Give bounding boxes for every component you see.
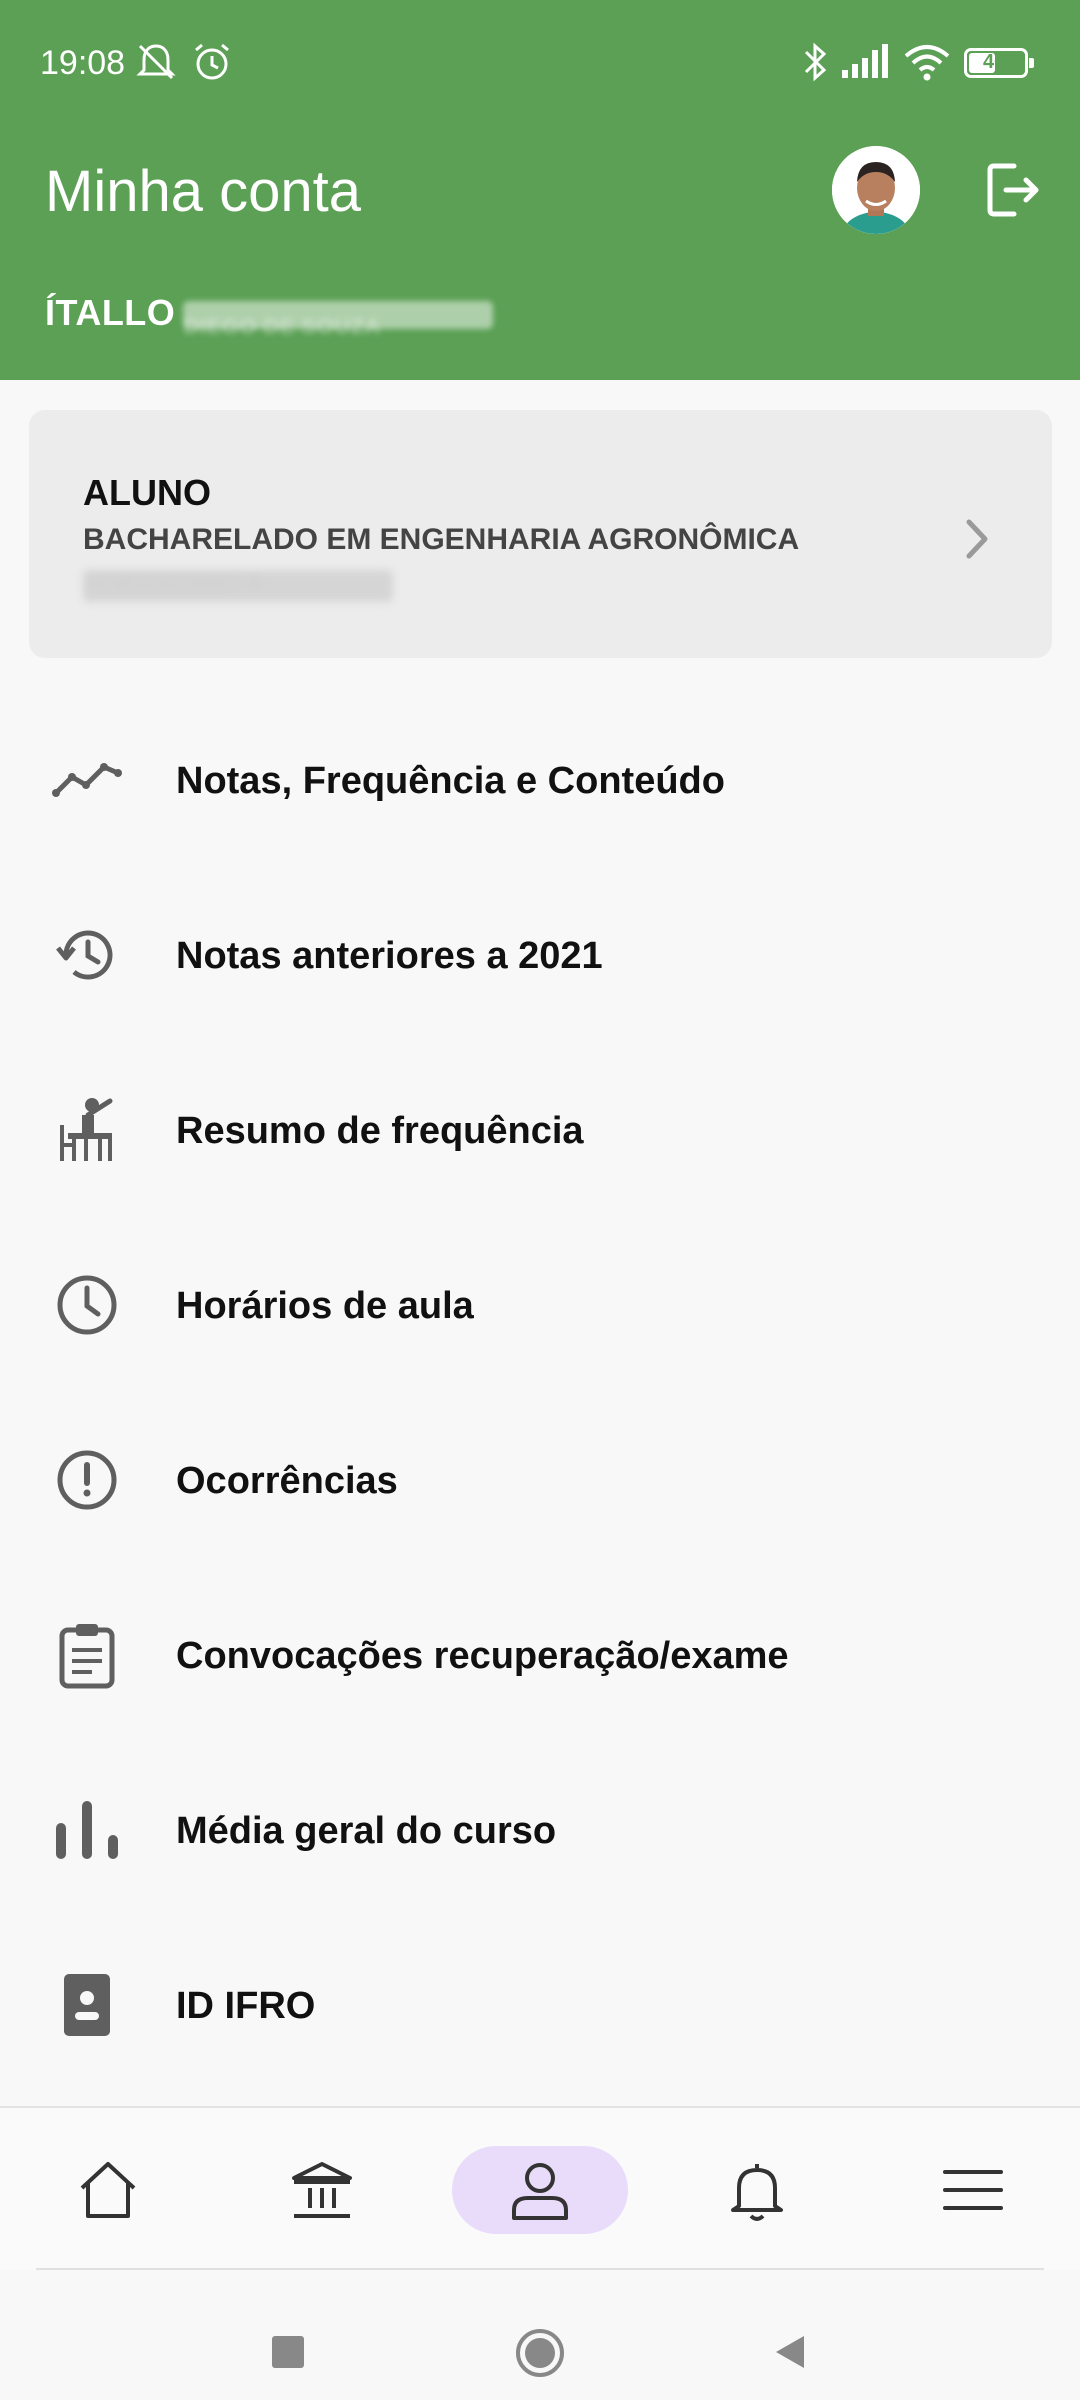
institution-icon [292, 2162, 352, 2218]
status-bar: 19:08 46 [0, 0, 1080, 110]
app-header: 19:08 46 Minha conta ÍTALLO DIEGO DE SOU… [0, 0, 1080, 380]
user-name: ÍTALLO DIEGO DE SOUZA [45, 292, 494, 339]
registration-number-redacted: 2018101019007-6 [83, 570, 393, 602]
alert-circle-icon [57, 1450, 117, 1510]
page-title: Minha conta [45, 159, 361, 224]
nav-home[interactable] [6, 2108, 206, 2270]
wifi-icon [904, 45, 950, 81]
user-name-redacted: DIEGO DE SOUZA [183, 301, 494, 339]
menu-item-label: Resumo de frequência [176, 1110, 584, 1152]
home-circle-icon[interactable] [514, 2327, 566, 2379]
menu-item-notas-anteriores[interactable]: Notas anteriores a 2021 [0, 865, 1080, 1040]
menu-item-horarios[interactable]: Horários de aula [0, 1215, 1080, 1390]
status-time: 19:08 [40, 44, 126, 82]
menu-item-media-geral[interactable]: Média geral do curso [0, 1740, 1080, 1915]
chevron-right-icon [966, 519, 988, 559]
user-first-name: ÍTALLO [45, 292, 176, 333]
notifications-off-icon [136, 44, 176, 80]
battery-level: 46 [983, 51, 1006, 73]
student-role: ALUNO [83, 472, 211, 513]
history-icon [56, 930, 113, 980]
person-icon [512, 2163, 568, 2220]
menu-item-label: ID IFRO [176, 1985, 316, 2027]
id-badge-icon [64, 1974, 110, 2036]
menu-item-resumo-frequencia[interactable]: Resumo de frequência [0, 1040, 1080, 1215]
home-icon [80, 2162, 136, 2218]
menu-item-notas-frequencia[interactable]: Notas, Frequência e Conteúdo [0, 690, 1080, 865]
menu-item-label: Notas anteriores a 2021 [176, 935, 603, 977]
back-icon[interactable] [768, 2330, 812, 2374]
alarm-icon [195, 43, 229, 80]
recent-apps-icon[interactable] [268, 2332, 308, 2372]
clipboard-icon [59, 1624, 115, 1689]
menu-item-convocacoes[interactable]: Convocações recuperação/exame [0, 1565, 1080, 1740]
menu-item-label: Ocorrências [176, 1460, 398, 1502]
menu-item-id-ifro[interactable]: ID IFRO [0, 1915, 1080, 2090]
menu-item-ocorrencias[interactable]: Ocorrências [0, 1390, 1080, 1565]
menu-item-label: Horários de aula [176, 1285, 474, 1327]
menu-item-label: Convocações recuperação/exame [176, 1635, 789, 1677]
bell-icon [731, 2164, 783, 2221]
menu-item-label: Média geral do curso [176, 1810, 557, 1852]
student-desk-icon [60, 1098, 113, 1161]
bluetooth-icon [804, 42, 827, 82]
avatar[interactable] [832, 146, 920, 234]
bottom-navigation [0, 2106, 1080, 2270]
nav-institution[interactable] [222, 2108, 422, 2270]
student-card[interactable]: ALUNO BACHARELADO EM ENGENHARIA AGRONÔMI… [29, 410, 1052, 658]
nav-menu[interactable] [873, 2108, 1073, 2270]
menu-item-label: Notas, Frequência e Conteúdo [176, 760, 725, 802]
system-navigation-bar [0, 2272, 1080, 2400]
divider [36, 2268, 1044, 2270]
menu-icon [943, 2170, 1003, 2210]
battery-icon: 46 [964, 48, 1034, 78]
nav-notifications[interactable] [657, 2108, 857, 2270]
bar-chart-icon [56, 1801, 118, 1859]
course-name: BACHARELADO EM ENGENHARIA AGRONÔMICA [83, 523, 800, 556]
nav-profile[interactable] [440, 2108, 640, 2270]
trending-line-icon [52, 763, 122, 797]
signal-icon [842, 44, 888, 78]
logout-icon[interactable] [984, 160, 1044, 220]
clock-icon [57, 1275, 117, 1335]
